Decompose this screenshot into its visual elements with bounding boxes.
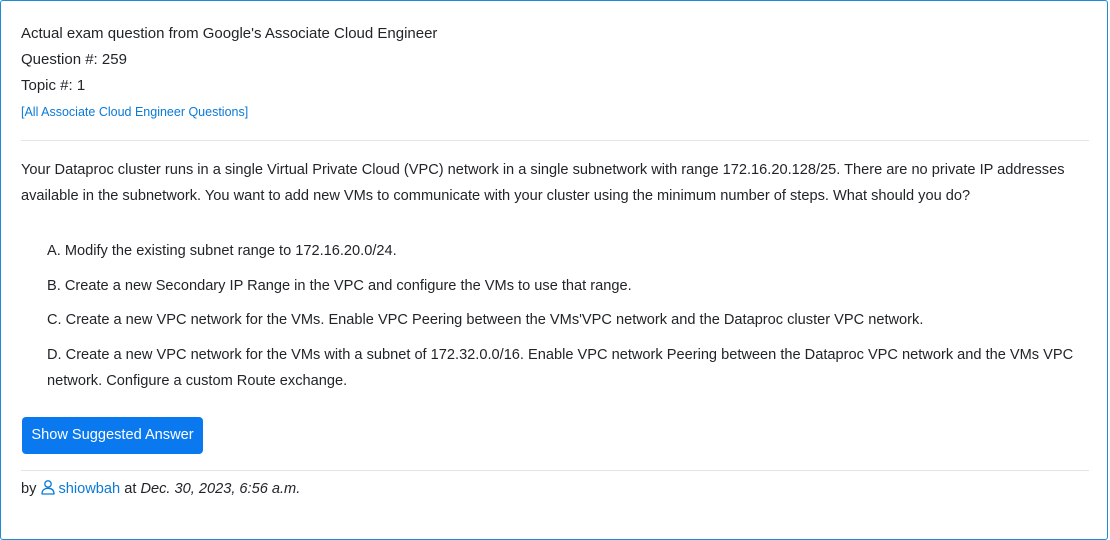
exam-title: Actual exam question from Google's Assoc… <box>21 25 438 42</box>
choice-b: B. Create a new Secondary IP Range in th… <box>47 277 632 294</box>
question-card: Actual exam question from Google's Assoc… <box>0 0 1108 540</box>
byline-at: at <box>124 481 137 497</box>
byline: by shiowbah at Dec. 30, 2023, 6:56 a.m. <box>21 476 300 502</box>
question-number: Question #: 259 <box>21 51 127 68</box>
choice-a: A. Modify the existing subnet range to 1… <box>47 243 397 259</box>
user-outline-icon <box>40 478 56 495</box>
user-link[interactable]: shiowbah <box>40 478 121 497</box>
choice-c: C. Create a new VPC network for the VMs.… <box>47 312 924 328</box>
show-suggested-answer-button[interactable]: Show Suggested Answer <box>22 417 203 454</box>
answer-choices: A. Modify the existing subnet range to 1… <box>47 238 1097 402</box>
choice-d: D. Create a new VPC network for the VMs … <box>47 346 1074 389</box>
post-date: Dec. 30, 2023, 6:56 a.m. <box>140 481 301 497</box>
question-text: Your Dataproc cluster runs in a single V… <box>21 162 1065 204</box>
question-header: Actual exam question from Google's Assoc… <box>21 21 1091 125</box>
byline-prefix: by <box>21 481 37 497</box>
username: shiowbah <box>58 481 121 497</box>
footer-divider <box>21 470 1089 471</box>
topic-number: Topic #: 1 <box>21 77 86 94</box>
all-questions-link[interactable]: [All Associate Cloud Engineer Questions] <box>21 99 248 125</box>
header-divider <box>21 140 1089 141</box>
